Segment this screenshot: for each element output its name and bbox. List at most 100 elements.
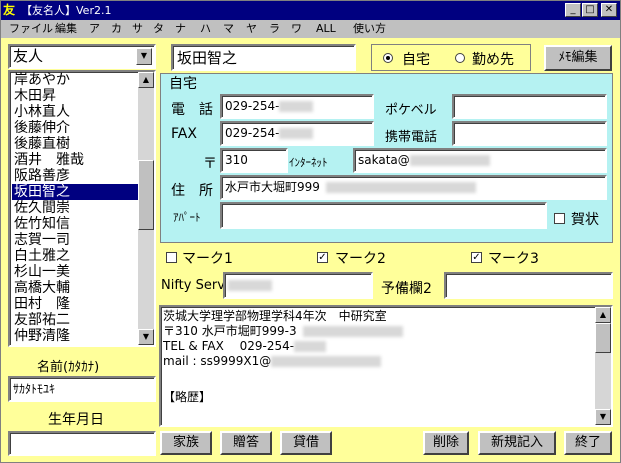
contact-list-item[interactable]: 友部祐二: [12, 312, 140, 328]
contact-list-item[interactable]: 岸あやか: [12, 72, 140, 88]
kana-name-label: 名前(ｶﾀｶﾅ): [37, 360, 100, 375]
contact-list-item[interactable]: 木田昇: [12, 88, 140, 104]
window-title: 【友名人】Ver2.1: [21, 4, 112, 17]
contact-list-item[interactable]: 坂田智之: [12, 184, 140, 200]
kana-name-field[interactable]: ｻｶﾀﾄﾓﾕｷ: [8, 376, 156, 402]
memo-edit-button[interactable]: ﾒﾓ編集: [544, 45, 612, 71]
radio-home-label: 自宅: [402, 52, 430, 68]
menu-bar: ファイル 編集 ア カ サ タ ナ ハ マ ヤ ラ ワ ALL 使い方: [1, 20, 620, 38]
title-bar[interactable]: 友 【友名人】Ver2.1 _ □ ✕: [1, 1, 620, 20]
memo-line: 【略歴】: [163, 390, 212, 404]
dropdown-arrow-icon[interactable]: ▼: [136, 48, 152, 65]
nifty-field[interactable]: [223, 272, 373, 299]
phone-value: 029-254-: [225, 99, 280, 113]
redacted-mark: [279, 128, 314, 139]
memo-area[interactable]: 茨城大学理学部物理学科4年次 中研究室 〒310 水戸市堀町999-3 TEL …: [159, 305, 613, 427]
menu-edit[interactable]: 編集: [55, 22, 77, 36]
menu-ha[interactable]: ハ: [200, 22, 211, 36]
menu-ta[interactable]: タ: [153, 22, 164, 36]
redacted-mark: [409, 155, 490, 166]
mark1-checkbox[interactable]: [166, 252, 177, 263]
new-entry-button[interactable]: 新規記入: [478, 431, 556, 455]
contact-list[interactable]: 岸あやか 木田昇 小林直人 後藤伸介 後藤直樹 酒井 雅哉 阪路善彦 坂田智之 佐久間崇 佐竹知信…: [8, 70, 156, 347]
scroll-up-icon[interactable]: ▲: [138, 72, 154, 88]
contact-list-item[interactable]: 志賀一司: [12, 232, 140, 248]
menu-ka[interactable]: カ: [111, 22, 122, 36]
apartment-field[interactable]: [220, 202, 547, 229]
postal-field[interactable]: 310: [220, 148, 288, 173]
contact-list-item[interactable]: 白土雅之: [12, 248, 140, 264]
internet-label: ｲﾝﾀｰﾈｯﾄ: [289, 156, 328, 169]
memo-scroll-thumb[interactable]: [595, 323, 611, 353]
menu-sa[interactable]: サ: [132, 22, 143, 36]
greeting-card-checkbox[interactable]: [554, 213, 565, 224]
fax-field[interactable]: 029-254-: [220, 121, 374, 146]
gifts-button[interactable]: 贈答: [220, 431, 272, 455]
mobile-label: 携帯電話: [385, 130, 438, 145]
home-address-panel: 自宅 電 話 029-254- ポケベル FAX 029-254- 携帯電話 〒…: [160, 73, 613, 243]
phone-label: 電 話: [171, 102, 213, 118]
mark3-checkbox[interactable]: ✓: [471, 252, 482, 263]
address-type-group: 自宅 勤め先: [371, 44, 531, 71]
contact-list-item[interactable]: 阪路善彦: [12, 168, 140, 184]
exit-button[interactable]: 終了: [564, 431, 612, 455]
mark2-label: マーク2: [335, 251, 386, 267]
contact-list-item[interactable]: 佐久間崇: [12, 200, 140, 216]
minimize-button[interactable]: _: [565, 3, 581, 17]
menu-wa[interactable]: ワ: [291, 22, 302, 36]
app-icon[interactable]: 友: [3, 3, 19, 18]
loans-button[interactable]: 貸借: [280, 431, 332, 455]
radio-home[interactable]: [383, 53, 393, 63]
reserve-label: 予備欄2: [381, 281, 432, 297]
contact-list-scrollbar[interactable]: ▲ ▼: [138, 72, 154, 345]
contact-list-item[interactable]: 後藤伸介: [12, 120, 140, 136]
birthday-field[interactable]: [8, 431, 156, 456]
menu-na[interactable]: ナ: [175, 22, 186, 36]
contact-list-item[interactable]: 杉山一美: [12, 264, 140, 280]
postal-label: 〒: [203, 156, 217, 172]
contact-list-item[interactable]: 酒井 雅哉: [12, 152, 140, 168]
address-field[interactable]: 水戸市大堀町999: [220, 175, 607, 200]
pager-label: ポケベル: [385, 103, 437, 118]
scroll-thumb[interactable]: [138, 160, 154, 230]
memo-scroll-down-icon[interactable]: ▼: [595, 409, 611, 425]
app-window: 友 【友名人】Ver2.1 _ □ ✕ ファイル 編集 ア カ サ タ ナ ハ …: [0, 0, 621, 463]
contact-list-item[interactable]: 後藤直樹: [12, 136, 140, 152]
contact-list-item[interactable]: 佐竹知信: [12, 216, 140, 232]
menu-a[interactable]: ア: [89, 22, 100, 36]
menu-ma[interactable]: マ: [223, 22, 234, 36]
menu-all[interactable]: ALL: [316, 22, 336, 36]
internet-field[interactable]: sakata@: [353, 148, 607, 173]
menu-ya[interactable]: ヤ: [246, 22, 257, 36]
menu-ra[interactable]: ラ: [269, 22, 280, 36]
redacted-mark: [279, 101, 314, 112]
radio-work[interactable]: [455, 53, 465, 63]
contact-list-item[interactable]: 高橋大輔: [12, 280, 140, 296]
internet-value: sakata@: [358, 153, 410, 167]
phone-field[interactable]: 029-254-: [220, 94, 374, 119]
name-field[interactable]: 坂田智之: [171, 44, 356, 71]
family-button[interactable]: 家族: [160, 431, 212, 455]
pager-field[interactable]: [452, 94, 607, 119]
menu-file[interactable]: ファイル: [9, 22, 53, 36]
mobile-field[interactable]: [452, 121, 607, 146]
menu-help[interactable]: 使い方: [353, 22, 386, 36]
greeting-card-label: 賀状: [571, 212, 599, 228]
scroll-down-icon[interactable]: ▼: [138, 329, 154, 345]
group-select[interactable]: 友人 ▼: [8, 44, 156, 69]
reserve-field[interactable]: [444, 272, 613, 299]
name-field-value: 坂田智之: [177, 49, 238, 67]
memo-scroll-up-icon[interactable]: ▲: [595, 307, 611, 323]
memo-scrollbar[interactable]: ▲ ▼: [595, 307, 611, 425]
contact-list-item[interactable]: 小林直人: [12, 104, 140, 120]
mark2-checkbox[interactable]: ✓: [317, 252, 328, 263]
redacted-mark: [294, 341, 327, 352]
redacted-mark: [271, 356, 382, 367]
delete-button[interactable]: 削除: [423, 431, 469, 455]
close-button[interactable]: ✕: [601, 3, 617, 17]
maximize-button[interactable]: □: [582, 3, 598, 17]
memo-text: 茨城大学理学部物理学科4年次 中研究室 〒310 水戸市堀町999-3 TEL …: [163, 309, 403, 405]
contact-list-item[interactable]: 仲野清隆: [12, 328, 140, 344]
contact-list-item[interactable]: 田村 隆: [12, 296, 140, 312]
redacted-mark: [228, 280, 272, 291]
